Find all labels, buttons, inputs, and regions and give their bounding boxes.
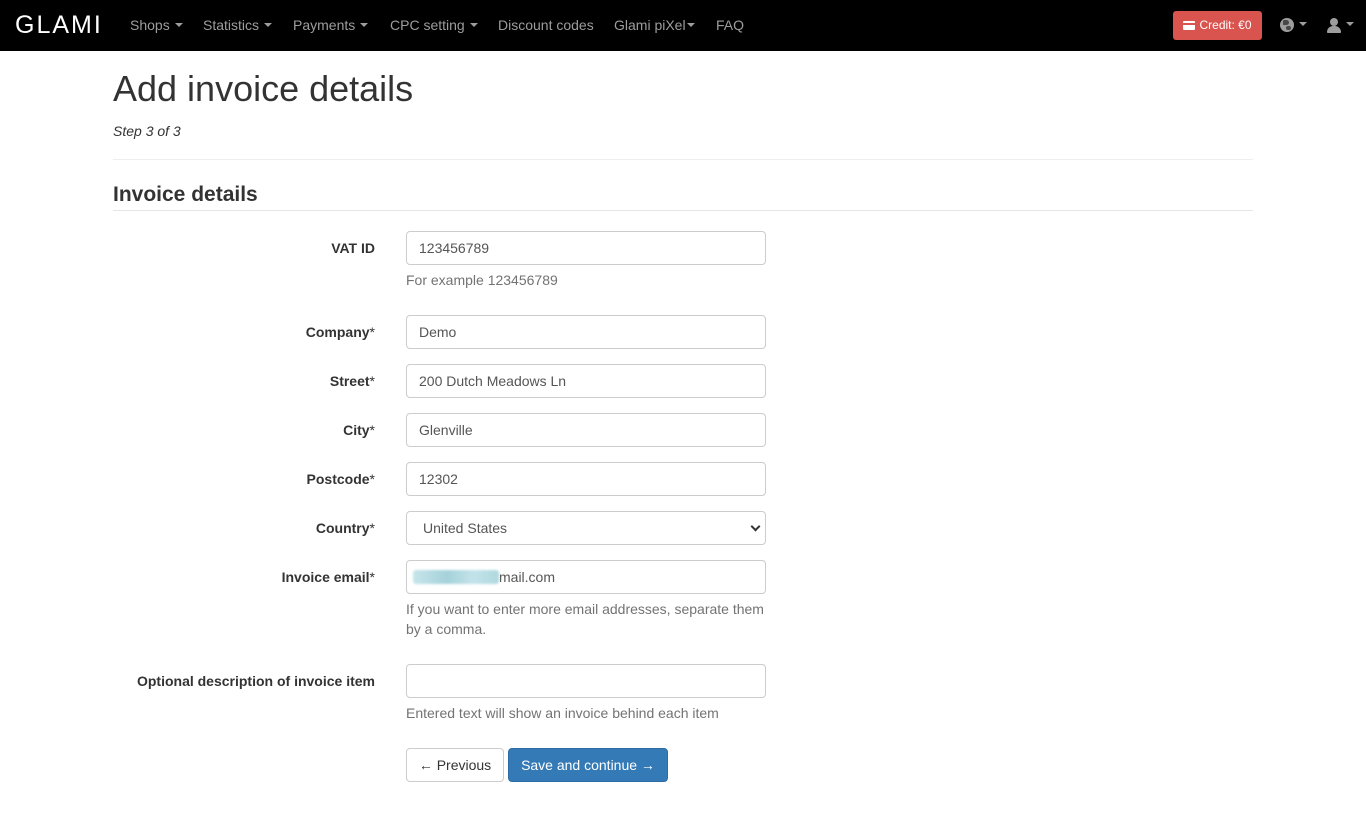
chevron-down-icon — [750, 521, 761, 532]
description-help: Entered text will show an invoice behind… — [406, 705, 719, 721]
required-marker: * — [369, 471, 375, 487]
nav-glami-pixel[interactable]: Glami piXel — [614, 16, 695, 34]
user-menu[interactable] — [1327, 16, 1354, 33]
nav-faq[interactable]: FAQ — [716, 16, 744, 34]
nav-shops-label: Shops — [130, 17, 170, 33]
vat-id-label-text: VAT ID — [331, 240, 375, 256]
nav-shops[interactable]: Shops — [130, 16, 183, 34]
redacted-text — [413, 570, 499, 584]
city-input[interactable]: Glenville — [406, 413, 766, 447]
country-selected-value: United States — [423, 520, 508, 536]
nav-payments-label: Payments — [293, 17, 356, 33]
caret-down-icon — [1299, 22, 1307, 27]
save-and-continue-button[interactable]: Save and continue → — [508, 748, 668, 782]
city-label-text: City — [343, 422, 370, 438]
language-menu[interactable] — [1280, 16, 1307, 33]
description-label: Optional description of invoice item — [137, 672, 375, 690]
invoice-email-label-text: Invoice email — [281, 569, 370, 585]
caret-down-icon — [174, 23, 183, 28]
postcode-label-text: Postcode — [306, 471, 370, 487]
page-title: Add invoice details — [113, 68, 414, 109]
invoice-email-visible-value: mail.com — [499, 569, 556, 585]
vat-id-help: For example 123456789 — [406, 272, 558, 288]
divider — [113, 210, 1253, 211]
nav-cpc-setting[interactable]: CPC setting — [390, 16, 478, 34]
top-navbar: GLAMI Shops Statistics Payments CPC sett… — [0, 0, 1366, 51]
user-icon — [1327, 17, 1341, 33]
required-marker: * — [369, 324, 375, 340]
required-marker: * — [369, 569, 375, 585]
section-title: Invoice details — [113, 183, 258, 206]
previous-button[interactable]: ← Previous — [406, 748, 504, 782]
vat-id-input[interactable]: 123456789 — [406, 231, 766, 265]
caret-down-icon — [1346, 22, 1354, 27]
street-label: Street* — [330, 372, 375, 390]
country-select[interactable]: United States — [406, 511, 766, 545]
caret-down-icon — [469, 23, 478, 28]
required-marker: * — [369, 520, 375, 536]
nav-statistics-label: Statistics — [203, 17, 260, 33]
country-label: Country* — [316, 519, 375, 537]
divider — [113, 159, 1253, 160]
invoice-email-input[interactable]: mail.com — [406, 560, 766, 594]
nav-glami-pixel-label: Glami piXel — [614, 17, 686, 33]
caret-down-icon — [686, 23, 695, 28]
required-marker: * — [369, 373, 375, 389]
nav-discount-codes-label: Discount codes — [498, 17, 594, 33]
company-label: Company* — [306, 323, 375, 341]
invoice-email-help: If you want to enter more email addresse… — [406, 601, 764, 637]
credit-button[interactable]: Credit: €0 — [1173, 11, 1262, 40]
city-label: City* — [343, 421, 375, 439]
required-marker: * — [369, 422, 375, 438]
street-label-text: Street — [329, 373, 370, 389]
caret-down-icon — [264, 23, 273, 28]
nav-statistics[interactable]: Statistics — [203, 16, 273, 34]
postcode-input[interactable]: 12302 — [406, 462, 766, 496]
nav-cpc-setting-label: CPC setting — [390, 17, 465, 33]
nav-payments[interactable]: Payments — [293, 16, 369, 34]
step-indicator: Step 3 of 3 — [113, 123, 181, 139]
invoice-email-label: Invoice email* — [282, 568, 375, 586]
company-label-text: Company — [305, 324, 370, 340]
glami-logo[interactable]: GLAMI — [15, 11, 103, 39]
nav-discount-codes[interactable]: Discount codes — [498, 16, 594, 34]
postcode-label: Postcode* — [307, 470, 375, 488]
nav-faq-label: FAQ — [716, 17, 745, 33]
country-label-text: Country — [315, 520, 370, 536]
company-input[interactable]: Demo — [406, 315, 766, 349]
credit-label: Credit: €0 — [1199, 18, 1252, 32]
vat-id-label: VAT ID — [331, 239, 375, 257]
caret-down-icon — [360, 23, 369, 28]
credit-card-icon — [1183, 21, 1196, 30]
description-label-text: Optional description of invoice item — [136, 673, 375, 689]
description-input[interactable] — [406, 664, 766, 698]
globe-icon — [1280, 18, 1294, 33]
street-input[interactable]: 200 Dutch Meadows Ln — [406, 364, 766, 398]
